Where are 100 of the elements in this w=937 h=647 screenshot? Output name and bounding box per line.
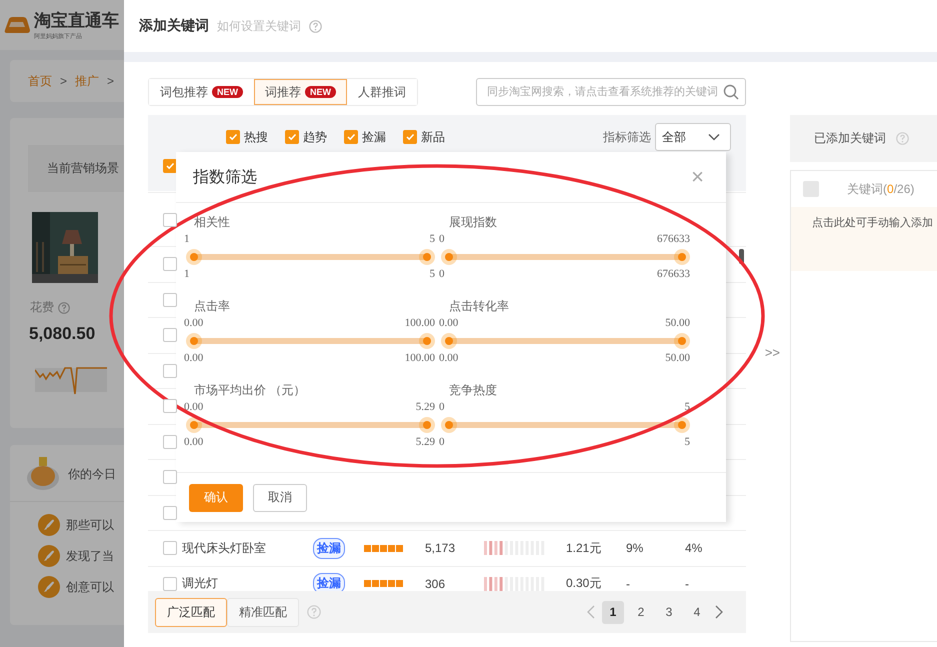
- search-icon[interactable]: [723, 84, 739, 100]
- scrollbar-thumb[interactable]: [739, 249, 744, 264]
- metric-select[interactable]: 全部: [655, 123, 731, 151]
- slider-handle[interactable]: [419, 417, 435, 433]
- slider-track[interactable]: [186, 333, 435, 349]
- slider-value: 0.00: [184, 400, 204, 415]
- slider-label: 相关性: [194, 214, 230, 231]
- page-button[interactable]: 2: [630, 600, 652, 624]
- checkbox[interactable]: [285, 130, 299, 144]
- checkbox-label: 趋势: [303, 128, 327, 146]
- table-cell-text: 5,173: [425, 541, 456, 556]
- help-icon[interactable]: [307, 605, 321, 619]
- table-cell-text: -: [685, 576, 690, 591]
- page-button[interactable]: 4: [686, 600, 708, 624]
- slider-handle[interactable]: [419, 333, 435, 349]
- check-icon: [165, 161, 175, 171]
- table-cell-text: 306: [425, 576, 446, 591]
- checkbox-label: 热搜: [244, 128, 268, 146]
- checkbox-label: 新品: [421, 128, 445, 146]
- slider-handle[interactable]: [186, 249, 202, 265]
- checkbox[interactable]: [226, 130, 240, 144]
- match-type-button[interactable]: 精准匹配: [227, 598, 299, 626]
- range-label: 0: [439, 267, 444, 282]
- spend-label: 花费: [30, 299, 54, 316]
- tip-text[interactable]: 那些可以: [66, 516, 114, 534]
- previous-page-icon[interactable]: [586, 605, 596, 619]
- next-page-icon[interactable]: [714, 605, 724, 619]
- checkbox[interactable]: [163, 434, 177, 449]
- chevron-down-icon: [708, 133, 720, 141]
- checkbox[interactable]: [163, 576, 177, 591]
- range-label: 100.00: [404, 351, 435, 366]
- check-icon: [405, 132, 415, 142]
- check-icon: [228, 132, 238, 142]
- new-badge: NEW: [305, 86, 336, 98]
- range-label: 50.00: [665, 351, 690, 366]
- slider-value: 0: [439, 232, 444, 247]
- slider-track[interactable]: [441, 333, 690, 349]
- cancel-button[interactable]: 取消: [253, 484, 307, 512]
- checkbox[interactable]: [344, 130, 358, 144]
- slider-label: 竞争热度: [449, 382, 497, 399]
- manual-input-area[interactable]: 点击此处可手动输入添加: [791, 207, 937, 271]
- car-logo-icon: [3, 14, 31, 36]
- daily-title: 你的今日: [68, 466, 116, 482]
- breadcrumb-separator: >: [60, 74, 68, 88]
- checkbox[interactable]: [163, 364, 177, 378]
- help-icon[interactable]: [309, 20, 322, 32]
- range-label: 0.00: [184, 435, 204, 450]
- check-icon: [287, 132, 297, 142]
- keyword-cell-text: 调光灯: [182, 575, 219, 591]
- slider-value: 0.00: [439, 316, 458, 331]
- slider-handle[interactable]: [674, 417, 690, 433]
- slider-label: 点击率: [194, 298, 230, 315]
- help-icon[interactable]: [896, 132, 909, 145]
- slider-track[interactable]: [186, 249, 435, 265]
- range-label: 5: [684, 435, 690, 450]
- move-right-button[interactable]: >>: [762, 342, 782, 362]
- trend-bars-icon: [484, 541, 546, 556]
- checkbox[interactable]: [163, 399, 177, 414]
- checkbox[interactable]: [163, 470, 177, 484]
- slider-handle[interactable]: [441, 417, 457, 433]
- checkbox[interactable]: [163, 328, 177, 342]
- range-label: 5: [430, 267, 435, 282]
- slider-handle[interactable]: [674, 333, 690, 349]
- keyword-cell-text: 现代床头灯卧室: [182, 540, 267, 557]
- match-type-button[interactable]: 广泛匹配: [155, 598, 227, 626]
- slider-value: 5: [430, 232, 435, 247]
- checkbox-label: 捡漏: [362, 128, 386, 146]
- slider-track[interactable]: [441, 417, 690, 433]
- table-cell-text: 1.21元: [566, 540, 602, 557]
- range-label: 676633: [657, 267, 690, 282]
- checkbox[interactable]: [163, 212, 177, 226]
- help-icon[interactable]: [58, 302, 70, 314]
- slider-track[interactable]: [441, 249, 690, 265]
- slider-value: 676633: [657, 232, 690, 247]
- slider-track[interactable]: [186, 417, 435, 433]
- slider-value: 100.00: [404, 316, 435, 331]
- slider-handle[interactable]: [419, 249, 435, 265]
- checkbox[interactable]: [163, 292, 177, 307]
- checkbox[interactable]: [163, 541, 177, 556]
- checkbox[interactable]: [403, 130, 417, 144]
- logo-title: 淘宝直通车: [34, 10, 119, 32]
- scene-label: 当前营销场景: [47, 160, 119, 177]
- breadcrumb-separator: >: [107, 74, 114, 88]
- checkbox[interactable]: [163, 257, 177, 272]
- slider-handle[interactable]: [674, 249, 690, 265]
- search-field[interactable]: 同步淘宝网搜索，请点击查看系统推荐的关键词: [476, 78, 746, 106]
- slider-value: 5.29: [416, 400, 435, 415]
- page-button[interactable]: 3: [658, 600, 680, 624]
- tab[interactable]: 词推荐 NEW: [254, 79, 347, 105]
- page-button[interactable]: 1: [602, 600, 624, 624]
- slider-handle[interactable]: [186, 417, 202, 433]
- slider-value: 0: [439, 400, 444, 415]
- slider-label: 点击转化率: [449, 298, 509, 315]
- checkbox[interactable]: [163, 159, 177, 173]
- tip-text[interactable]: 创意可以: [66, 578, 114, 596]
- checkbox[interactable]: [163, 506, 177, 520]
- slider-handle[interactable]: [441, 249, 457, 265]
- slider-handle[interactable]: [441, 333, 457, 349]
- tip-text[interactable]: 发现了当: [66, 548, 114, 564]
- slider-handle[interactable]: [186, 333, 202, 349]
